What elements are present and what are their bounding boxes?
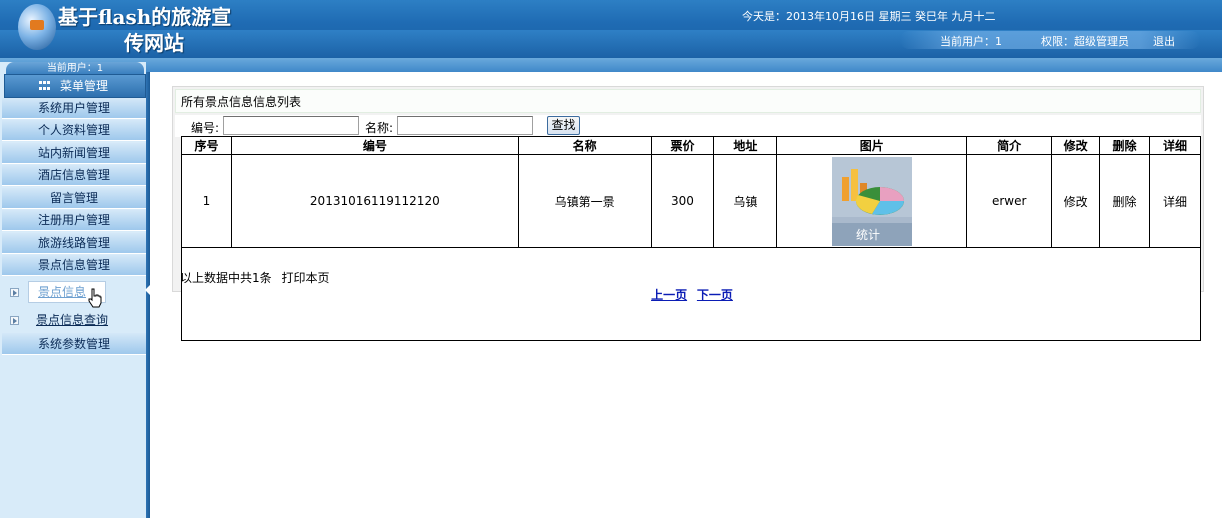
site-title-line1: 基于flash的旅游宣 — [58, 5, 232, 29]
col-delete: 删除 — [1099, 136, 1150, 155]
subitem-label: 景点信息 — [38, 285, 87, 299]
subitem-label: 景点信息查询 — [36, 313, 109, 327]
sidebar-item-system-params[interactable]: 系统参数管理 — [2, 333, 146, 355]
date-text: 今天是：2013年10月16日 星期三 癸巳年 九月十二 — [742, 10, 996, 23]
col-index: 序号 — [181, 136, 232, 155]
code-search-input[interactable] — [223, 116, 359, 135]
attractions-table: 序号 编号 名称 票价 地址 图片 简介 修改 删除 详细 1 20131016… — [181, 136, 1201, 341]
detail-link[interactable]: 详细 — [1149, 154, 1201, 248]
cell-address: 乌镇 — [713, 154, 778, 248]
table-header-row: 序号 编号 名称 票价 地址 图片 简介 修改 删除 详细 — [181, 136, 1201, 155]
col-name: 名称 — [517, 136, 652, 155]
sidebar-item-registered-users[interactable]: 注册用户管理 — [2, 210, 146, 231]
footer-row: 以上数据中共1条 打印本页 — [180, 269, 335, 286]
current-user: 当前用户：1 — [940, 35, 1002, 48]
sidebar-subitem-attraction-info[interactable]: 景点信息 — [0, 280, 146, 304]
col-edit: 修改 — [1051, 136, 1101, 155]
code-label: 编号: — [191, 121, 220, 135]
col-address: 地址 — [713, 136, 778, 155]
attraction-image: 统计 — [831, 156, 912, 246]
panel-title: 所有景点信息信息列表 — [175, 89, 1201, 113]
expand-icon[interactable] — [10, 288, 19, 297]
name-search-input[interactable] — [397, 116, 533, 135]
header-banner: 基于flash的旅游宣 传网站 今天是：2013年10月16日 星期三 癸巳年 … — [0, 0, 1222, 58]
next-page-link[interactable]: 下一页 — [697, 288, 733, 302]
table-row: 1 20131016119112120 乌镇第一景 300 乌镇 统计 erwe… — [181, 154, 1201, 248]
cell-name: 乌镇第一景 — [517, 154, 652, 248]
logo-icon — [18, 4, 56, 50]
sidebar-item-messages[interactable]: 留言管理 — [2, 188, 146, 209]
pager-cell: 上一页 下一页 — [181, 247, 1201, 341]
logout-link[interactable]: 退出 — [1153, 33, 1175, 49]
menu-header[interactable]: 菜单管理 — [4, 74, 146, 98]
cell-price: 300 — [650, 154, 715, 248]
search-button[interactable]: 查找 — [547, 116, 580, 135]
delete-link[interactable]: 删除 — [1099, 154, 1150, 248]
main-panel: 所有景点信息信息列表 编号: 名称: 查找 序号 编号 名称 票价 地址 图片 … — [172, 86, 1204, 341]
search-row: 编号: 名称: 查找 — [175, 115, 1201, 137]
image-caption: 统计 — [856, 228, 880, 242]
edit-link[interactable]: 修改 — [1051, 154, 1101, 248]
collapse-arrow-icon[interactable] — [145, 285, 150, 295]
cell-index: 1 — [181, 154, 232, 248]
hand-cursor-icon — [88, 288, 102, 308]
sidebar-item-hotels[interactable]: 酒店信息管理 — [2, 165, 146, 186]
cell-intro: erwer — [966, 154, 1053, 248]
site-title: 基于flash的旅游宣 传网站 — [58, 4, 268, 56]
sidebar-item-news[interactable]: 站内新闻管理 — [2, 143, 146, 164]
sidebar-item-system-users[interactable]: 系统用户管理 — [2, 98, 146, 119]
grid-icon — [39, 81, 51, 91]
sidebar-item-routes[interactable]: 旅游线路管理 — [2, 233, 146, 254]
prev-page-link[interactable]: 上一页 — [651, 288, 687, 302]
col-intro: 简介 — [966, 136, 1053, 155]
col-code: 编号 — [230, 136, 519, 155]
cell-image: 统计 — [776, 154, 968, 248]
user-bar: 当前用户：1 权限：超级管理员 退出 — [900, 31, 1200, 49]
site-title-line2: 传网站 — [124, 31, 184, 55]
cell-code: 20131016119112120 — [230, 154, 519, 248]
permission-label: 权限：超级管理员 — [1041, 35, 1129, 48]
sidebar-item-attractions[interactable]: 景点信息管理 — [2, 255, 146, 276]
menu-header-label: 菜单管理 — [59, 79, 108, 93]
header-subbar — [0, 58, 1222, 72]
sidebar-item-profile[interactable]: 个人资料管理 — [2, 120, 146, 141]
record-summary: 以上数据中共1条 — [180, 271, 272, 285]
col-image: 图片 — [776, 136, 968, 155]
expand-icon[interactable] — [10, 316, 19, 325]
sidebar-divider — [146, 72, 150, 518]
col-detail: 详细 — [1149, 136, 1201, 155]
name-label: 名称: — [365, 121, 394, 135]
col-price: 票价 — [650, 136, 715, 155]
sidebar-subitem-attraction-query[interactable]: 景点信息查询 — [0, 308, 146, 332]
pager-row: 上一页 下一页 — [181, 247, 1201, 341]
sidebar-top-tab: 当前用户：1 — [6, 62, 144, 74]
print-link[interactable]: 打印本页 — [281, 271, 329, 285]
